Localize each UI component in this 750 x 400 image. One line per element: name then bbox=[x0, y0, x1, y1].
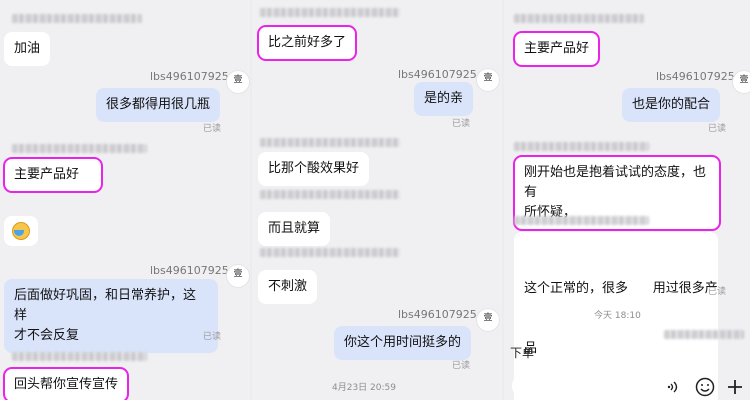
blurred-name bbox=[514, 216, 649, 225]
message-line: 品 bbox=[524, 341, 538, 356]
sticker-message bbox=[4, 216, 38, 246]
blurred-name bbox=[260, 190, 400, 199]
message-partial: 下单 bbox=[510, 346, 535, 360]
read-status: 已读 bbox=[708, 124, 727, 134]
message-incoming-highlighted: 主要产品好 bbox=[512, 31, 601, 67]
avatar-logo-icon: 壹 bbox=[483, 313, 493, 323]
message-outgoing: 很多都得用很几瓶 bbox=[96, 88, 221, 122]
blurred-user-id bbox=[664, 330, 744, 339]
user-id: lbs496107925 bbox=[398, 68, 477, 81]
plus-icon[interactable] bbox=[722, 374, 748, 400]
read-status: 已读 bbox=[203, 124, 222, 134]
message-line: 才不会反复 bbox=[14, 328, 80, 343]
message-input[interactable] bbox=[512, 372, 656, 400]
blurred-name bbox=[260, 138, 400, 147]
blurred-name bbox=[514, 14, 644, 23]
message-line: 后面做好巩固，和日常养护，这样 bbox=[14, 288, 197, 323]
read-status: 已读 bbox=[203, 332, 222, 342]
avatar-logo-icon: 壹 bbox=[233, 75, 243, 85]
blurred-name bbox=[12, 144, 147, 153]
message-outgoing: 也是你的配合 bbox=[622, 88, 721, 122]
chat-screenshot-left: 加油 lbs496107925 壹 很多都得用很几瓶 已读 主要产品好 lbs4… bbox=[0, 0, 250, 400]
chat-screenshot-right: 主要产品好 lbs496107925 壹 也是你的配合 已读 刚开始也是抱着试试… bbox=[504, 0, 750, 400]
blurred-name bbox=[260, 8, 400, 17]
chat-screenshot-middle: 比之前好多了 lbs496107925 壹 是的亲 已读 比那个酸效果好 而且就… bbox=[252, 0, 502, 400]
avatar[interactable]: 壹 bbox=[226, 264, 250, 288]
read-status: 已读 bbox=[452, 361, 471, 371]
avatar[interactable]: 壹 bbox=[732, 70, 750, 94]
avatar-logo-icon: 壹 bbox=[483, 73, 493, 83]
message-outgoing: 是的亲 bbox=[414, 82, 474, 116]
blurred-name bbox=[514, 142, 649, 151]
smile-icon[interactable] bbox=[692, 374, 718, 400]
avatar[interactable]: 壹 bbox=[476, 308, 500, 332]
read-status: 已读 bbox=[708, 287, 727, 297]
message-outgoing: 你这个用时间挺多的 bbox=[334, 326, 472, 360]
timestamp: 4月23日 20:59 bbox=[332, 383, 396, 393]
message-incoming-highlighted: 比之前好多了 bbox=[256, 25, 358, 61]
avatar-logo-icon: 壹 bbox=[233, 269, 243, 279]
blurred-name bbox=[12, 14, 142, 23]
blurred-name bbox=[260, 248, 400, 257]
avatar[interactable]: 壹 bbox=[476, 68, 500, 92]
message-incoming-highlighted: 主要产品好 bbox=[3, 157, 103, 193]
message-incoming: 而且就算 bbox=[258, 212, 331, 246]
user-id: lbs496107925 bbox=[150, 264, 229, 277]
blurred-name bbox=[12, 352, 147, 361]
message-incoming-highlighted: 回头帮你宣传宣传 bbox=[2, 367, 130, 400]
user-id: lbs496107925 bbox=[150, 70, 229, 83]
user-id: lbs496107925 bbox=[656, 70, 735, 83]
message-incoming: 加油 bbox=[4, 32, 51, 66]
user-id: lbs496107925 bbox=[398, 308, 477, 321]
read-status: 已读 bbox=[452, 119, 471, 129]
message-outgoing: 后面做好巩固，和日常养护，这样 才不会反复 bbox=[4, 279, 218, 353]
message-line: 这个正常的，很多 用过很多产 bbox=[524, 281, 718, 296]
message-incoming: 不刺激 bbox=[258, 270, 318, 304]
avatar-logo-icon: 壹 bbox=[739, 75, 749, 85]
avatar[interactable]: 壹 bbox=[226, 70, 250, 94]
message-incoming: 比那个酸效果好 bbox=[258, 152, 370, 186]
timestamp: 今天 18:10 bbox=[594, 311, 641, 321]
voice-icon[interactable] bbox=[660, 374, 686, 400]
message-line: 刚开始也是抱着试试的态度，也有 bbox=[524, 165, 707, 200]
